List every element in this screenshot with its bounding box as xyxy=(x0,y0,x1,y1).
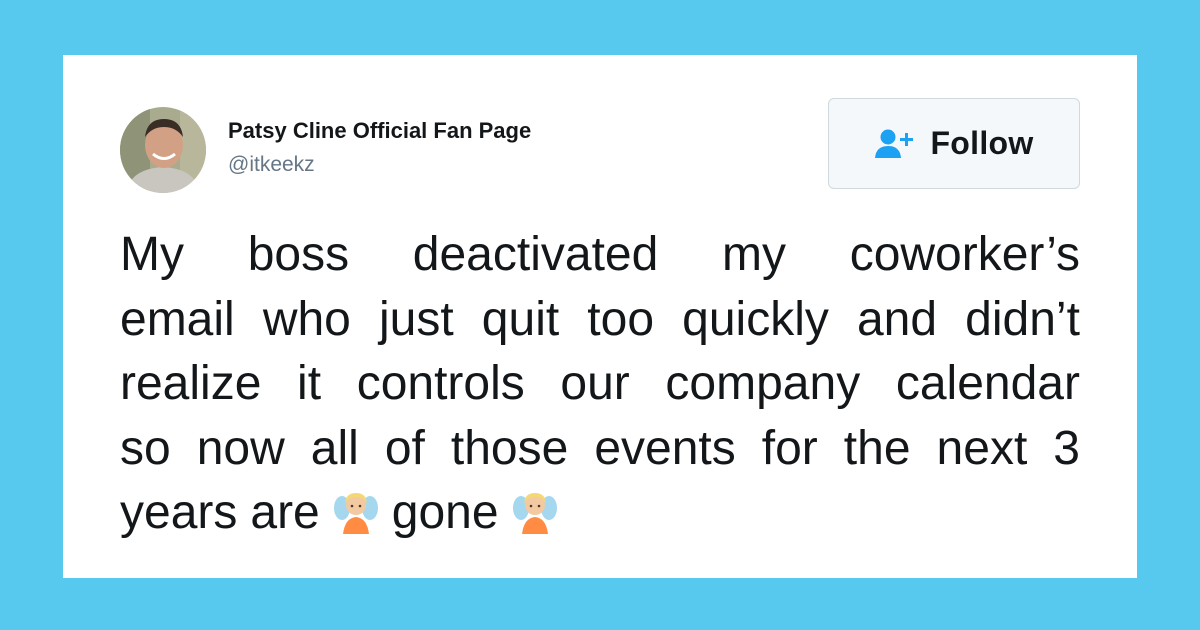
word: too xyxy=(587,292,655,346)
word: events xyxy=(594,421,736,475)
man-fairy-emoji-icon xyxy=(333,481,379,546)
word: calendar xyxy=(895,357,1080,410)
word: of xyxy=(384,421,425,475)
word: for xyxy=(761,421,818,475)
word: didn’t xyxy=(965,292,1080,346)
tweet-text: My boss deactivated my coworker’s email … xyxy=(120,223,1080,546)
word: boss xyxy=(247,228,350,281)
word: realize xyxy=(120,357,262,410)
user-handle[interactable]: @itkeekz xyxy=(228,153,315,177)
display-name[interactable]: Patsy Cline Official Fan Page xyxy=(228,118,531,144)
word: email xyxy=(120,292,235,346)
word: it xyxy=(297,357,322,410)
word: controls xyxy=(356,357,525,410)
word: deactivated xyxy=(412,228,659,281)
word: our xyxy=(560,357,630,410)
word: and xyxy=(856,292,938,346)
word: 3 xyxy=(1053,421,1080,475)
text-line-5: years are gone xyxy=(120,481,1080,546)
avatar[interactable] xyxy=(120,107,206,193)
word: who xyxy=(262,292,351,346)
word: the xyxy=(843,421,911,475)
word: just xyxy=(378,292,454,346)
text-line-4: so now all of those events for the next … xyxy=(120,417,1080,482)
word: now xyxy=(196,421,285,475)
word: quickly xyxy=(682,292,829,346)
follow-button[interactable]: Follow xyxy=(828,98,1080,189)
word: coworker’s xyxy=(849,228,1080,281)
word: next xyxy=(936,421,1028,475)
word: My xyxy=(120,228,184,281)
word: so xyxy=(120,421,171,475)
word: all xyxy=(310,421,359,475)
word: those xyxy=(450,421,569,475)
text-line-1: My boss deactivated my coworker’s xyxy=(120,223,1080,288)
word: gone xyxy=(391,486,499,539)
word: company xyxy=(665,357,861,410)
add-user-icon xyxy=(874,128,916,160)
word: my xyxy=(722,228,786,281)
word: are xyxy=(250,486,320,539)
text-line-2: email who just quit too quickly and didn… xyxy=(120,288,1080,353)
word: quit xyxy=(481,292,560,346)
word: years xyxy=(120,486,238,539)
tweet-card: Patsy Cline Official Fan Page @itkeekz F… xyxy=(63,55,1137,578)
text-line-3: realize it controls our company calendar xyxy=(120,352,1080,417)
man-fairy-emoji-icon xyxy=(512,481,558,546)
follow-label: Follow xyxy=(930,125,1034,161)
